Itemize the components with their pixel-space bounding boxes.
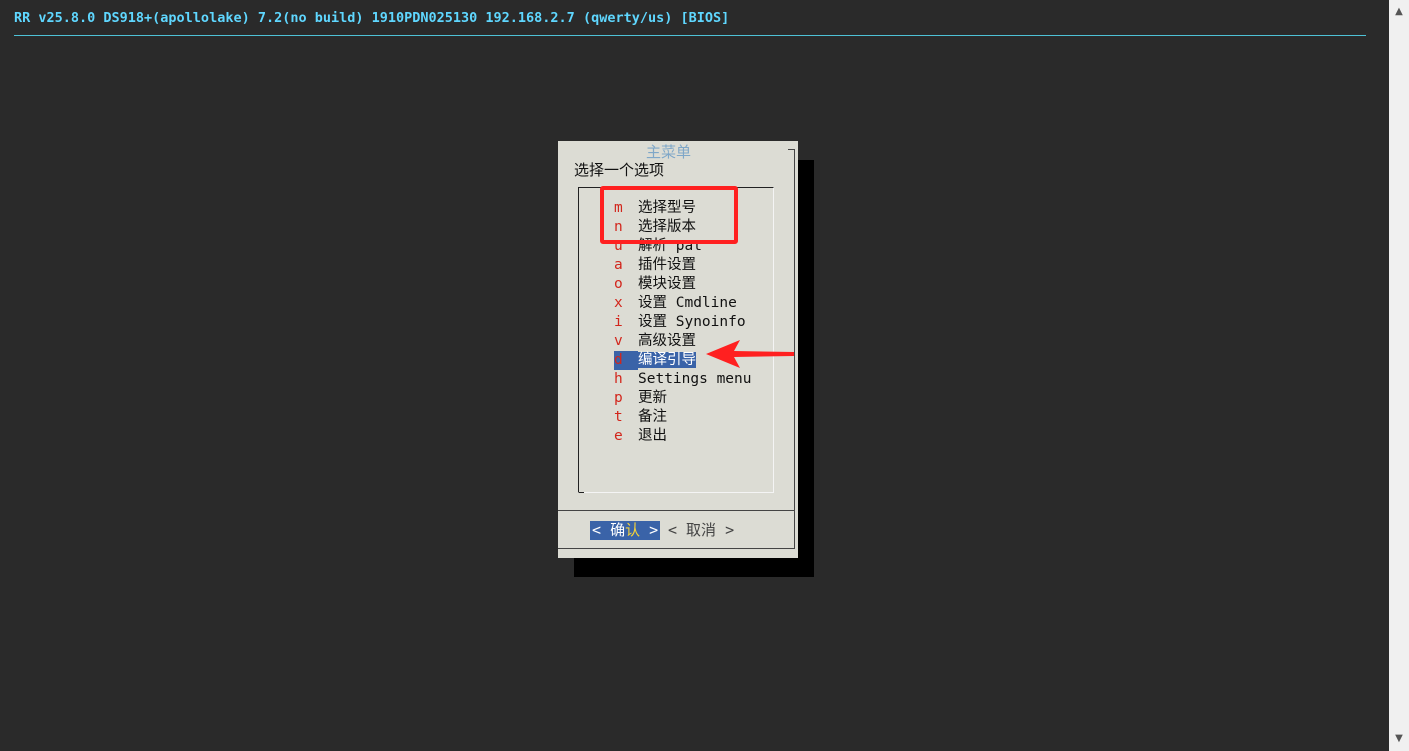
menu-item-hotkey: o — [614, 276, 623, 292]
menu-item-hotkey: i — [614, 314, 623, 330]
menu-item-label: 模块设置 — [638, 276, 696, 292]
menu-item-label: 设置 Cmdline — [638, 295, 737, 311]
menu-item-p[interactable]: p 更新 — [614, 389, 667, 408]
menu-item-label: 插件设置 — [638, 257, 696, 273]
scroll-up-icon[interactable]: ▲ — [1389, 4, 1409, 20]
menu-item-a[interactable]: a 插件设置 — [614, 256, 696, 275]
menu-item-x[interactable]: x 设置 Cmdline — [614, 294, 737, 313]
menu-item-label: 高级设置 — [638, 333, 696, 349]
button-divider — [558, 510, 795, 511]
terminal-header: RR v25.8.0 DS918+(apollolake) 7.2(no bui… — [14, 10, 730, 26]
vertical-scrollbar[interactable]: ▲ ▼ — [1389, 0, 1409, 751]
menu-item-d[interactable]: d 编译引导 — [614, 351, 696, 370]
dialog-prompt: 选择一个选项 — [574, 161, 665, 179]
confirm-label: 确 — [610, 521, 626, 539]
menu-item-label: 备注 — [638, 409, 667, 425]
menu-item-hotkey: e — [614, 428, 623, 444]
scroll-down-icon[interactable]: ▼ — [1389, 731, 1409, 747]
menu-item-label: 设置 Synoinfo — [638, 314, 746, 330]
confirm-button[interactable]: < 确认 > — [590, 521, 661, 540]
cancel-button[interactable]: < 取消 > — [668, 521, 734, 540]
menu-item-label: 更新 — [638, 390, 667, 406]
red-arrow-icon — [706, 340, 794, 368]
menu-item-label: 退出 — [638, 428, 667, 444]
menu-item-hotkey: t — [614, 409, 623, 425]
menu-item-h[interactable]: h Settings menu — [614, 370, 752, 389]
highlight-box — [600, 186, 738, 244]
menu-item-t[interactable]: t 备注 — [614, 408, 667, 427]
menu-item-hotkey: v — [614, 333, 623, 349]
menu-item-o[interactable]: o 模块设置 — [614, 275, 696, 294]
menu-item-label: Settings menu — [638, 371, 752, 387]
menu-item-hotkey: a — [614, 257, 623, 273]
menu-item-hotkey: d — [614, 351, 638, 370]
menu-item-hotkey: x — [614, 295, 623, 311]
header-divider — [14, 35, 1366, 36]
menu-item-i[interactable]: i 设置 Synoinfo — [614, 313, 746, 332]
menu-item-label: 编译引导 — [638, 352, 696, 368]
menu-item-hotkey: h — [614, 371, 623, 387]
confirm-hotkey: 认 — [625, 521, 641, 539]
menu-item-e[interactable]: e 退出 — [614, 427, 667, 446]
menu-item-hotkey: p — [614, 390, 623, 406]
menu-item-v[interactable]: v 高级设置 — [614, 332, 696, 351]
dialog-border — [558, 548, 795, 549]
